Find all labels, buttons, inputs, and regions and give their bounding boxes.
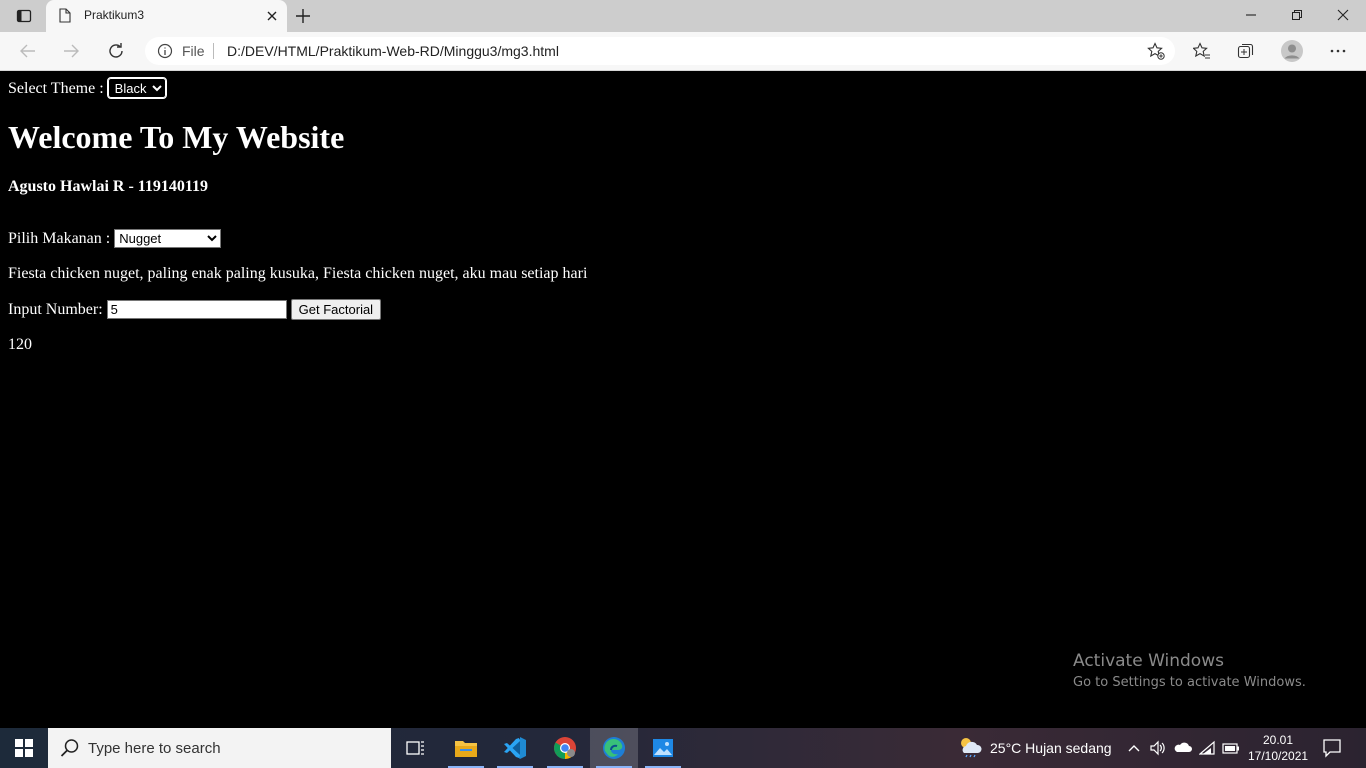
address-bar[interactable]: File D:/DEV/HTML/Praktikum-Web-RD/Minggu… (145, 37, 1175, 65)
notification-center-icon[interactable] (1322, 738, 1342, 763)
number-label: Input Number: (8, 301, 103, 318)
number-input[interactable] (106, 300, 287, 319)
wifi-icon[interactable] (1198, 738, 1215, 763)
show-hidden-icons-chevron-icon[interactable] (1127, 738, 1141, 763)
photos-icon[interactable] (639, 728, 687, 768)
taskbar-clock[interactable]: 20.01 17/10/2021 (1248, 732, 1308, 764)
theme-row: Select Theme : Black (8, 77, 167, 99)
refresh-icon[interactable] (106, 41, 126, 61)
minimize-icon[interactable] (1228, 0, 1274, 30)
task-view-icon[interactable] (392, 728, 440, 768)
close-window-icon[interactable] (1320, 0, 1366, 30)
browser-tab-active[interactable]: Praktikum3 (46, 0, 287, 32)
vscode-icon[interactable] (491, 728, 539, 768)
address-separator (213, 43, 214, 59)
factorial-row: Input Number: Get Factorial (8, 299, 382, 320)
weather-widget[interactable]: 25°C Hujan sedang (958, 728, 1112, 768)
search-icon (60, 738, 80, 763)
battery-icon[interactable] (1222, 738, 1240, 763)
browser-toolbar: File D:/DEV/HTML/Praktikum-Web-RD/Minggu… (0, 32, 1366, 71)
file-explorer-icon[interactable] (442, 728, 490, 768)
watermark-subtitle: Go to Settings to activate Windows. (1073, 675, 1306, 690)
profile-avatar-icon[interactable] (1280, 39, 1304, 63)
food-label: Pilih Makanan : (8, 230, 111, 247)
get-factorial-button[interactable]: Get Factorial (290, 299, 382, 320)
back-arrow-icon[interactable] (18, 41, 38, 61)
theme-select[interactable]: Black (106, 77, 167, 99)
taskbar-search-box[interactable]: Type here to search (48, 728, 391, 768)
weather-text: 25°C Hujan sedang (990, 740, 1112, 756)
food-select[interactable]: Nugget (114, 229, 222, 248)
restore-icon[interactable] (1274, 0, 1320, 30)
chrome-icon[interactable] (541, 728, 589, 768)
browser-tab-bar: Praktikum3 (0, 0, 1366, 32)
windows-taskbar: Type here to search 25°C Hujan sedang 20… (0, 728, 1366, 768)
url-text[interactable]: D:/DEV/HTML/Praktikum-Web-RD/Minggu3/mg3… (227, 43, 559, 59)
tab-title: Praktikum3 (84, 8, 145, 22)
food-row: Pilih Makanan : Nugget (8, 229, 222, 248)
tab-actions-icon[interactable] (8, 4, 40, 28)
info-icon[interactable] (157, 43, 173, 64)
web-page-content: Select Theme : Black Welcome To My Websi… (0, 71, 1366, 728)
new-tab-icon[interactable] (295, 8, 311, 29)
add-favorite-icon[interactable] (1147, 42, 1165, 65)
forward-arrow-icon[interactable] (61, 41, 81, 61)
clock-time: 20.01 (1262, 733, 1294, 747)
clock-date: 17/10/2021 (1248, 749, 1309, 763)
author-subheading: Agusto Hawlai R - 119140119 (8, 178, 209, 195)
page-title: Welcome To My Website (8, 119, 345, 155)
weather-rain-cloud-icon (958, 736, 982, 761)
theme-label: Select Theme : (8, 80, 104, 97)
search-placeholder: Type here to search (88, 740, 221, 757)
activate-windows-watermark: Activate Windows Go to Settings to activ… (1073, 651, 1306, 690)
food-description: Fiesta chicken nuget, paling enak paling… (8, 265, 588, 282)
onedrive-cloud-icon[interactable] (1174, 738, 1192, 763)
watermark-title: Activate Windows (1073, 651, 1224, 671)
document-icon (59, 8, 71, 28)
factorial-result: 120 (8, 336, 32, 353)
windows-start-icon[interactable] (0, 728, 48, 768)
close-tab-icon[interactable] (266, 9, 278, 27)
file-protocol-label: File (182, 43, 205, 59)
favorites-icon[interactable] (1192, 41, 1212, 61)
volume-icon[interactable] (1150, 738, 1166, 763)
more-options-icon[interactable] (1328, 41, 1348, 61)
collections-icon[interactable] (1236, 41, 1256, 61)
edge-icon[interactable] (590, 728, 638, 768)
